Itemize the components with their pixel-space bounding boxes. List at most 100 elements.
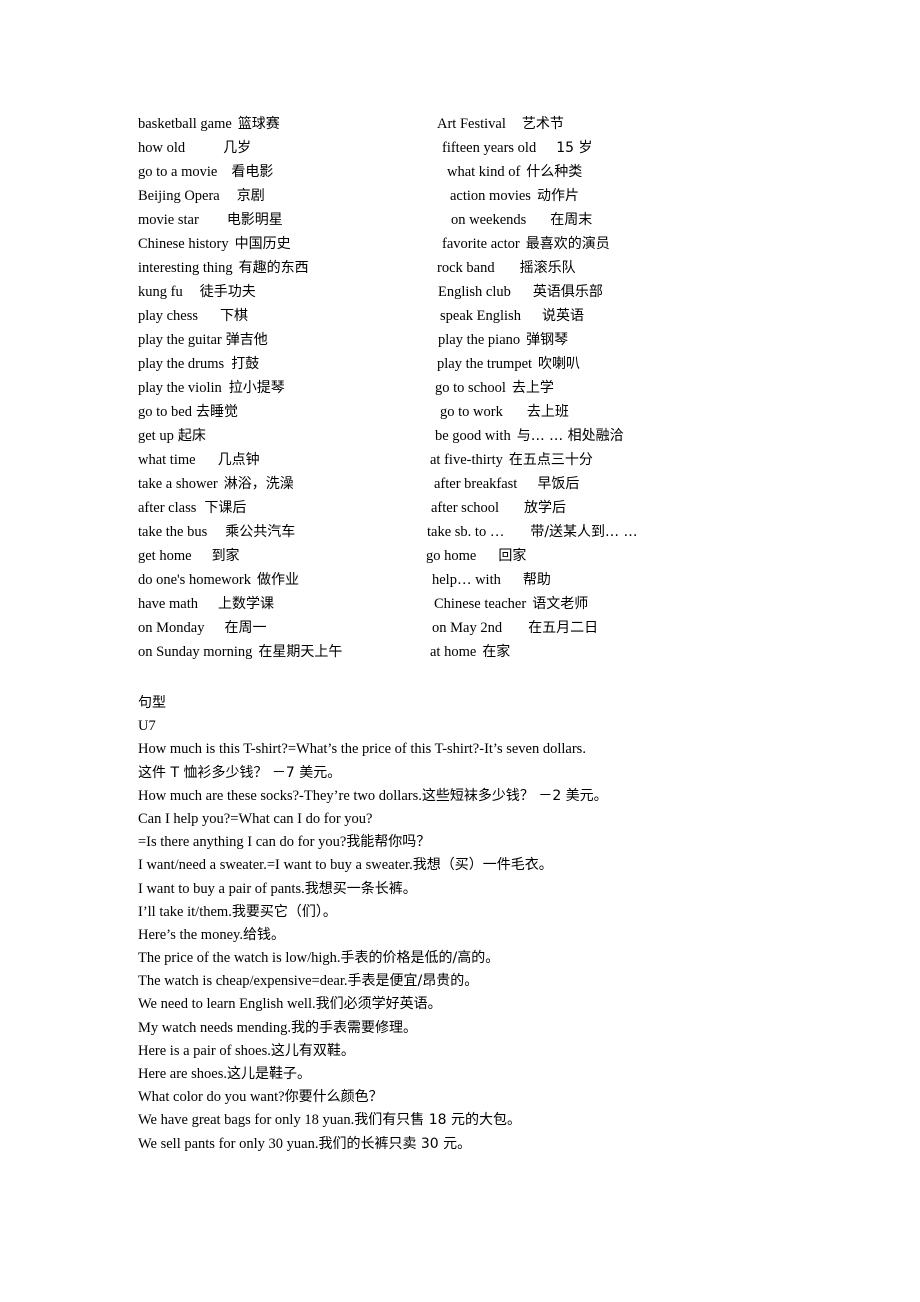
pattern-line-zh: 我想买一条长裤。 bbox=[304, 880, 417, 897]
vocabulary-term-en: play chess bbox=[138, 308, 198, 324]
vocabulary-term-zh: 下课后 bbox=[204, 500, 247, 516]
pattern-line-en: Here is a pair of shoes. bbox=[138, 1042, 271, 1059]
vocabulary-row: basketball game 篮球赛 Art Festival 艺术节 bbox=[138, 112, 778, 136]
pattern-line: The price of the watch is low/high.手表的价格… bbox=[138, 947, 838, 970]
vocabulary-term-zh: 英语俱乐部 bbox=[532, 284, 603, 300]
pattern-line: Here’s the money.给钱。 bbox=[138, 924, 838, 947]
vocabulary-entry-left: play chess 下棋 bbox=[138, 304, 248, 328]
vocabulary-entry-right: after school 放学后 bbox=[431, 496, 566, 520]
vocabulary-row: take a shower 淋浴，洗澡 after breakfast 早饭后 bbox=[138, 472, 778, 496]
vocabulary-row: take the bus 乘公共汽车 take sb. to … 带/送某人到… … bbox=[138, 520, 778, 544]
pattern-line-zh: 我们的长裤只卖 30 元。 bbox=[318, 1135, 472, 1152]
vocabulary-term-en: take a shower bbox=[138, 476, 218, 492]
vocabulary-term-zh: 中国历史 bbox=[234, 236, 291, 252]
vocabulary-term-en: after breakfast bbox=[434, 476, 518, 492]
pattern-line: We sell pants for only 30 yuan.我们的长裤只卖 3… bbox=[138, 1133, 838, 1156]
pattern-line-zh: 我们有只售 18 元的大包。 bbox=[354, 1112, 521, 1129]
vocabulary-term-en: play the violin bbox=[138, 380, 222, 396]
vocabulary-term-en: on May 2nd bbox=[432, 620, 503, 636]
pattern-line: We need to learn English well.我们必须学好英语。 bbox=[138, 993, 838, 1016]
vocabulary-term-en: at home bbox=[430, 644, 477, 660]
vocabulary-entry-right: Art Festival 艺术节 bbox=[437, 112, 564, 136]
vocabulary-list: basketball game 篮球赛 Art Festival 艺术节 how old… bbox=[138, 112, 778, 664]
vocabulary-term-en: get home bbox=[138, 548, 192, 564]
vocabulary-term-en: play the trumpet bbox=[437, 356, 533, 372]
vocabulary-term-en: get up bbox=[138, 428, 174, 444]
pattern-line-en: We need to learn English well. bbox=[138, 996, 316, 1013]
vocabulary-term-zh: 艺术节 bbox=[521, 116, 564, 132]
vocabulary-entry-left: on Sunday morning 在星期天上午 bbox=[138, 640, 342, 664]
document-page: basketball game 篮球赛 Art Festival 艺术节 how old… bbox=[0, 0, 920, 1302]
pattern-line: We have great bags for only 18 yuan.我们有只… bbox=[138, 1109, 838, 1132]
vocabulary-entry-left: how old 几岁 bbox=[138, 136, 251, 160]
vocabulary-term-zh: 带/送某人到… … bbox=[530, 524, 638, 540]
vocabulary-row: have math 上数学课 Chinese teacher 语文老师 bbox=[138, 592, 778, 616]
vocabulary-term-en: favorite actor bbox=[442, 236, 520, 252]
vocabulary-term-en: fifteen years old bbox=[442, 140, 537, 156]
vocabulary-entry-left: basketball game 篮球赛 bbox=[138, 112, 280, 136]
patterns-section-title: 句型 bbox=[138, 695, 166, 711]
vocabulary-term-zh: 说英语 bbox=[541, 308, 584, 324]
vocabulary-term-en: do one's homework bbox=[138, 572, 251, 588]
pattern-line-en: I’ll take it/them. bbox=[138, 903, 232, 920]
vocabulary-entry-left: play the guitar 弹吉他 bbox=[138, 328, 268, 352]
vocabulary-term-zh: 打鼓 bbox=[231, 356, 260, 372]
vocabulary-entry-right: Chinese teacher 语文老师 bbox=[434, 592, 588, 616]
vocabulary-term-zh: 在周末 bbox=[550, 212, 593, 228]
vocabulary-row: Beijing Opera 京剧 action movies 动作片 bbox=[138, 184, 778, 208]
pattern-line-zh: 手表的价格是低的/高的。 bbox=[340, 950, 500, 967]
vocabulary-term-zh: 京剧 bbox=[236, 188, 265, 204]
vocabulary-term-zh: 去睡觉 bbox=[195, 404, 238, 420]
vocabulary-term-zh: 语文老师 bbox=[532, 596, 589, 612]
vocabulary-term-en: have math bbox=[138, 596, 198, 612]
pattern-line-en: I want to buy a pair of pants. bbox=[138, 880, 305, 897]
vocabulary-term-zh: 帮助 bbox=[522, 572, 551, 588]
vocabulary-term-en: on Monday bbox=[138, 620, 205, 636]
vocabulary-term-en: what time bbox=[138, 452, 196, 468]
vocabulary-entry-left: get home 到家 bbox=[138, 544, 240, 568]
vocabulary-term-zh: 在五月二日 bbox=[528, 620, 599, 636]
vocabulary-row: play the drums 打鼓 play the trumpet 吹喇叭 bbox=[138, 352, 778, 376]
vocabulary-entry-left: Beijing Opera 京剧 bbox=[138, 184, 265, 208]
vocabulary-term-zh: 在五点三十分 bbox=[508, 452, 593, 468]
vocabulary-term-zh: 拉小提琴 bbox=[228, 380, 285, 396]
vocabulary-term-zh: 弹吉他 bbox=[225, 332, 268, 348]
vocabulary-entry-left: take the bus 乘公共汽车 bbox=[138, 520, 295, 544]
vocabulary-term-en: play the drums bbox=[138, 356, 225, 372]
pattern-line: =Is there anything I can do for you?我能帮你… bbox=[138, 831, 838, 854]
vocabulary-term-zh: 与… … 相处融洽 bbox=[516, 428, 624, 444]
vocabulary-term-en: kung fu bbox=[138, 284, 183, 300]
vocabulary-entry-right: help… with 帮助 bbox=[432, 568, 551, 592]
vocabulary-term-en: how old bbox=[138, 140, 186, 156]
vocabulary-term-zh: 有趣的东西 bbox=[238, 260, 309, 276]
vocabulary-entry-right: speak English 说英语 bbox=[440, 304, 584, 328]
pattern-line-en: =Is there anything I can do for you? bbox=[138, 834, 347, 851]
pattern-line: My watch needs mending.我的手表需要修理。 bbox=[138, 1017, 838, 1040]
vocabulary-term-en: interesting thing bbox=[138, 260, 233, 276]
pattern-line-zh: 这些短袜多少钱？ －2 美元。 bbox=[421, 787, 608, 804]
pattern-line-zh: 我要买它（们）。 bbox=[231, 903, 337, 920]
vocabulary-entry-left: go to a movie 看电影 bbox=[138, 160, 273, 184]
vocabulary-term-zh: 起床 bbox=[177, 428, 206, 444]
pattern-line: I’ll take it/them.我要买它（们）。 bbox=[138, 901, 838, 924]
vocabulary-term-en: play the guitar bbox=[138, 332, 222, 348]
vocabulary-row: interesting thing 有趣的东西 rock band 摇滚乐队 bbox=[138, 256, 778, 280]
pattern-line-zh: 你要什么颜色？ bbox=[284, 1089, 383, 1106]
vocabulary-term-en: go to a movie bbox=[138, 164, 218, 180]
vocabulary-term-zh: 弹钢琴 bbox=[526, 332, 569, 348]
vocabulary-term-en: take sb. to … bbox=[427, 524, 505, 540]
vocabulary-entry-left: do one's homework 做作业 bbox=[138, 568, 299, 592]
vocabulary-entry-left: after class 下课后 bbox=[138, 496, 246, 520]
vocabulary-term-en: English club bbox=[438, 284, 511, 300]
vocabulary-term-en: after school bbox=[431, 500, 500, 516]
vocabulary-entry-left: play the drums 打鼓 bbox=[138, 352, 259, 376]
pattern-line: 这件 T 恤衫多少钱？ －7 美元。 bbox=[138, 764, 342, 781]
vocabulary-entry-right: at home 在家 bbox=[430, 640, 510, 664]
pattern-line-en: The price of the watch is low/high. bbox=[138, 950, 341, 967]
vocabulary-term-en: go to work bbox=[440, 404, 503, 420]
vocabulary-entry-left: take a shower 淋浴，洗澡 bbox=[138, 472, 294, 496]
vocabulary-entry-left: Chinese history 中国历史 bbox=[138, 232, 291, 256]
vocabulary-term-en: on Sunday morning bbox=[138, 644, 253, 660]
vocabulary-entry-right: play the piano 弹钢琴 bbox=[438, 328, 568, 352]
vocabulary-term-zh: 在家 bbox=[482, 644, 511, 660]
